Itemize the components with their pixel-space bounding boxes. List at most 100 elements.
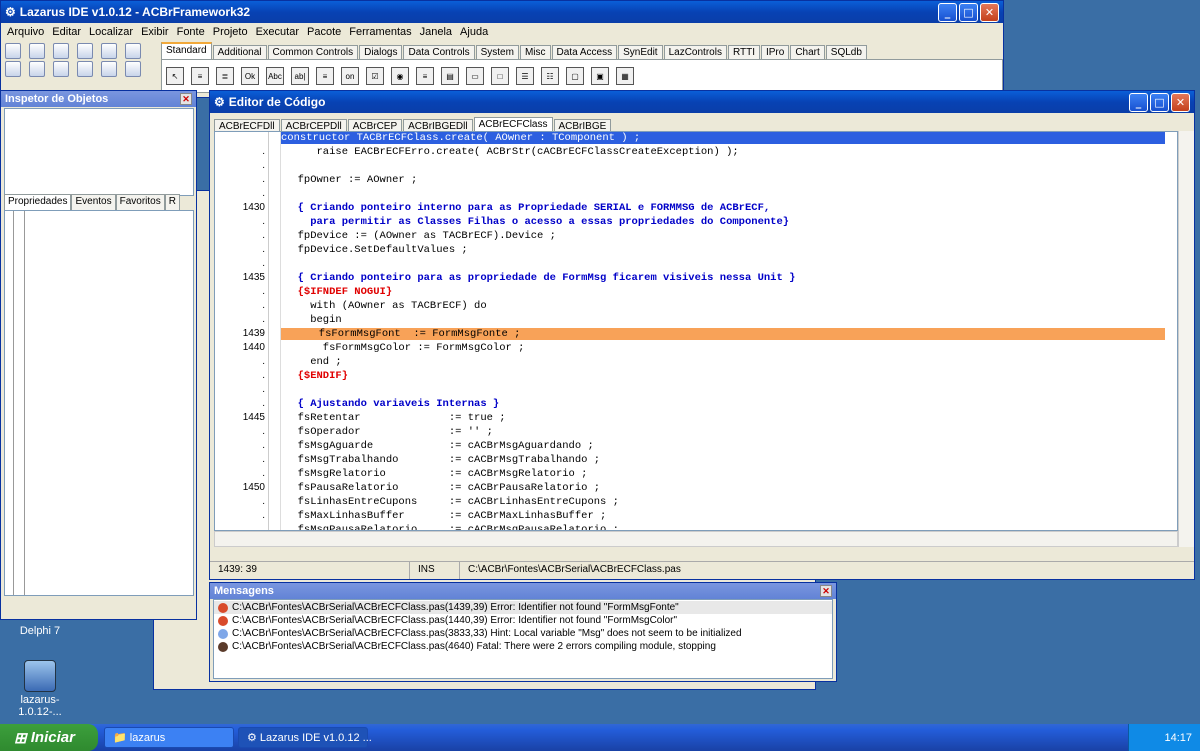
- menu-localizar[interactable]: Localizar: [85, 26, 137, 38]
- palette-tab-system[interactable]: System: [475, 45, 519, 59]
- code-line[interactable]: 1445 fsRetentar := true ;: [215, 412, 1177, 426]
- horizontal-scrollbar[interactable]: [214, 531, 1178, 547]
- palette-tab-common-controls[interactable]: Common Controls: [267, 45, 359, 59]
- menu-executar[interactable]: Executar: [252, 26, 303, 38]
- menu-projeto[interactable]: Projeto: [209, 26, 252, 38]
- tab-favoritos[interactable]: Favoritos: [115, 194, 165, 210]
- editor-title-bar[interactable]: ⚙ Editor de Código _ □ ✕: [210, 91, 1194, 113]
- menu-editar[interactable]: Editar: [48, 26, 85, 38]
- combobox-icon[interactable]: ▤: [441, 67, 459, 85]
- code-line[interactable]: . fpOwner := AOwner ;: [215, 174, 1177, 188]
- palette-tab-rtti[interactable]: RTTI: [727, 45, 760, 59]
- message-item[interactable]: C:\ACBr\Fontes\ACBrSerial\ACBrECFClass.p…: [214, 614, 832, 627]
- editor-close-button[interactable]: ✕: [1171, 92, 1190, 112]
- menu-fonte[interactable]: Fonte: [173, 26, 209, 38]
- vertical-scrollbar[interactable]: [1178, 131, 1194, 547]
- stop-icon[interactable]: [101, 61, 117, 77]
- code-line[interactable]: . begin: [215, 314, 1177, 328]
- palette-tab-lazcontrols[interactable]: LazControls: [663, 45, 727, 59]
- code-line[interactable]: 1439 fsFormMsgFont := FormMsgFonte ;: [215, 328, 1177, 342]
- code-line[interactable]: .: [215, 160, 1177, 174]
- source-code-area[interactable]: constructor TACBrECFClass.create( AOwner…: [214, 131, 1178, 531]
- actionlist-icon[interactable]: ▦: [616, 67, 634, 85]
- main-title-bar[interactable]: ⚙ Lazarus IDE v1.0.12 - ACBrFramework32 …: [1, 1, 1003, 23]
- messages-close-icon[interactable]: ✕: [820, 585, 832, 597]
- radiobutton-icon[interactable]: ◉: [391, 67, 409, 85]
- task-lazarus-folder[interactable]: 📁 lazarus: [104, 727, 234, 748]
- inspector-title-bar[interactable]: Inspetor de Objetos ✕: [1, 91, 196, 107]
- label-icon[interactable]: Abc: [266, 67, 284, 85]
- palette-tab-misc[interactable]: Misc: [519, 45, 551, 59]
- code-line[interactable]: . fsMsgAguarde := cACBrMsgAguardando ;: [215, 440, 1177, 454]
- menu-pacote[interactable]: Pacote: [303, 26, 345, 38]
- step-into-icon[interactable]: [125, 61, 141, 77]
- message-item[interactable]: C:\ACBr\Fontes\ACBrSerial\ACBrECFClass.p…: [214, 627, 832, 640]
- palette-tab-synedit[interactable]: SynEdit: [618, 45, 663, 59]
- code-line[interactable]: 1430 { Criando ponteiro interno para as …: [215, 202, 1177, 216]
- edit-icon[interactable]: ab|: [291, 67, 309, 85]
- property-grid[interactable]: [4, 210, 194, 596]
- menu-arquivo[interactable]: Arquivo: [3, 26, 48, 38]
- code-line[interactable]: . end ;: [215, 356, 1177, 370]
- code-line[interactable]: 1435 { Criando ponteiro para as propried…: [215, 272, 1177, 286]
- code-line[interactable]: . fpDevice.SetDefaultValues ;: [215, 244, 1177, 258]
- code-line[interactable]: . with (AOwner as TACBrECF) do: [215, 300, 1177, 314]
- mainmenu-icon[interactable]: ≡: [191, 67, 209, 85]
- view-forms-icon[interactable]: [29, 61, 45, 77]
- menu-exibir[interactable]: Exibir: [137, 26, 173, 38]
- palette-tab-data-access[interactable]: Data Access: [551, 45, 618, 59]
- messages-title-bar[interactable]: Mensagens ✕: [210, 583, 836, 599]
- save-all-icon[interactable]: [101, 43, 117, 59]
- code-line[interactable]: constructor TACBrECFClass.create( AOwner…: [215, 132, 1177, 146]
- toggle-form-icon[interactable]: [125, 43, 141, 59]
- start-button[interactable]: ⊞ Iniciar: [0, 724, 98, 751]
- scrollbar-icon[interactable]: ▭: [466, 67, 484, 85]
- palette-tab-additional[interactable]: Additional: [212, 45, 267, 59]
- palette-tab-dialogs[interactable]: Dialogs: [359, 45, 403, 59]
- palette-tab-data-controls[interactable]: Data Controls: [403, 45, 475, 59]
- code-line[interactable]: .: [215, 384, 1177, 398]
- code-line[interactable]: . fsLinhasEntreCupons := cACBrLinhasEntr…: [215, 496, 1177, 510]
- palette-tab-ipro[interactable]: IPro: [760, 45, 790, 59]
- palette-tab-chart[interactable]: Chart: [790, 45, 825, 59]
- checkbox-icon[interactable]: ☑: [366, 67, 384, 85]
- code-line[interactable]: . fpDevice := (AOwner as TACBrECF).Devic…: [215, 230, 1177, 244]
- code-line[interactable]: . {$IFNDEF NOGUI}: [215, 286, 1177, 300]
- code-line[interactable]: .: [215, 258, 1177, 272]
- desktop-icon-lazarus-installer[interactable]: lazarus-1.0.12-...: [0, 660, 80, 718]
- pause-icon[interactable]: [77, 61, 93, 77]
- task-lazarus-ide[interactable]: ⚙ Lazarus IDE v1.0.12 ...: [238, 727, 372, 748]
- new-form-icon[interactable]: [29, 43, 45, 59]
- editor-minimize-button[interactable]: _: [1129, 92, 1148, 112]
- selection-arrow-icon[interactable]: ↖: [166, 67, 184, 85]
- menu-ferramentas[interactable]: Ferramentas: [345, 26, 415, 38]
- groupbox-icon[interactable]: □: [491, 67, 509, 85]
- menu-ajuda[interactable]: Ajuda: [456, 26, 492, 38]
- code-line[interactable]: . {$ENDIF}: [215, 370, 1177, 384]
- panel-icon[interactable]: ▢: [566, 67, 584, 85]
- code-line[interactable]: 1440 fsFormMsgColor := FormMsgColor ;: [215, 342, 1177, 356]
- popupmenu-icon[interactable]: ≣: [216, 67, 234, 85]
- tab-propriedades[interactable]: Propriedades: [4, 194, 72, 210]
- tab-restricted[interactable]: R: [164, 194, 180, 210]
- palette-tab-sqldb[interactable]: SQLdb: [825, 45, 867, 59]
- memo-icon[interactable]: ≡: [316, 67, 334, 85]
- togglebox-icon[interactable]: on: [341, 67, 359, 85]
- maximize-button[interactable]: □: [959, 2, 978, 22]
- save-icon[interactable]: [77, 43, 93, 59]
- minimize-button[interactable]: _: [938, 2, 957, 22]
- component-tree[interactable]: [4, 108, 194, 196]
- code-line[interactable]: . { Ajustando variaveis Internas }: [215, 398, 1177, 412]
- message-item[interactable]: C:\ACBr\Fontes\ACBrSerial\ACBrECFClass.p…: [214, 601, 832, 614]
- button-icon[interactable]: Ok: [241, 67, 259, 85]
- listbox-icon[interactable]: ≡: [416, 67, 434, 85]
- close-button[interactable]: ✕: [980, 2, 999, 22]
- code-line[interactable]: 1450 fsPausaRelatorio := cACBrPausaRelat…: [215, 482, 1177, 496]
- code-line[interactable]: . para permitir as Classes Filhas o aces…: [215, 216, 1177, 230]
- radiogroup-icon[interactable]: ☰: [516, 67, 534, 85]
- code-line[interactable]: .: [215, 188, 1177, 202]
- code-line[interactable]: . fsMsgTrabalhando := cACBrMsgTrabalhand…: [215, 454, 1177, 468]
- open-icon[interactable]: [53, 43, 69, 59]
- menu-janela[interactable]: Janela: [416, 26, 456, 38]
- desktop-icon-delphi7[interactable]: Delphi 7: [0, 625, 80, 637]
